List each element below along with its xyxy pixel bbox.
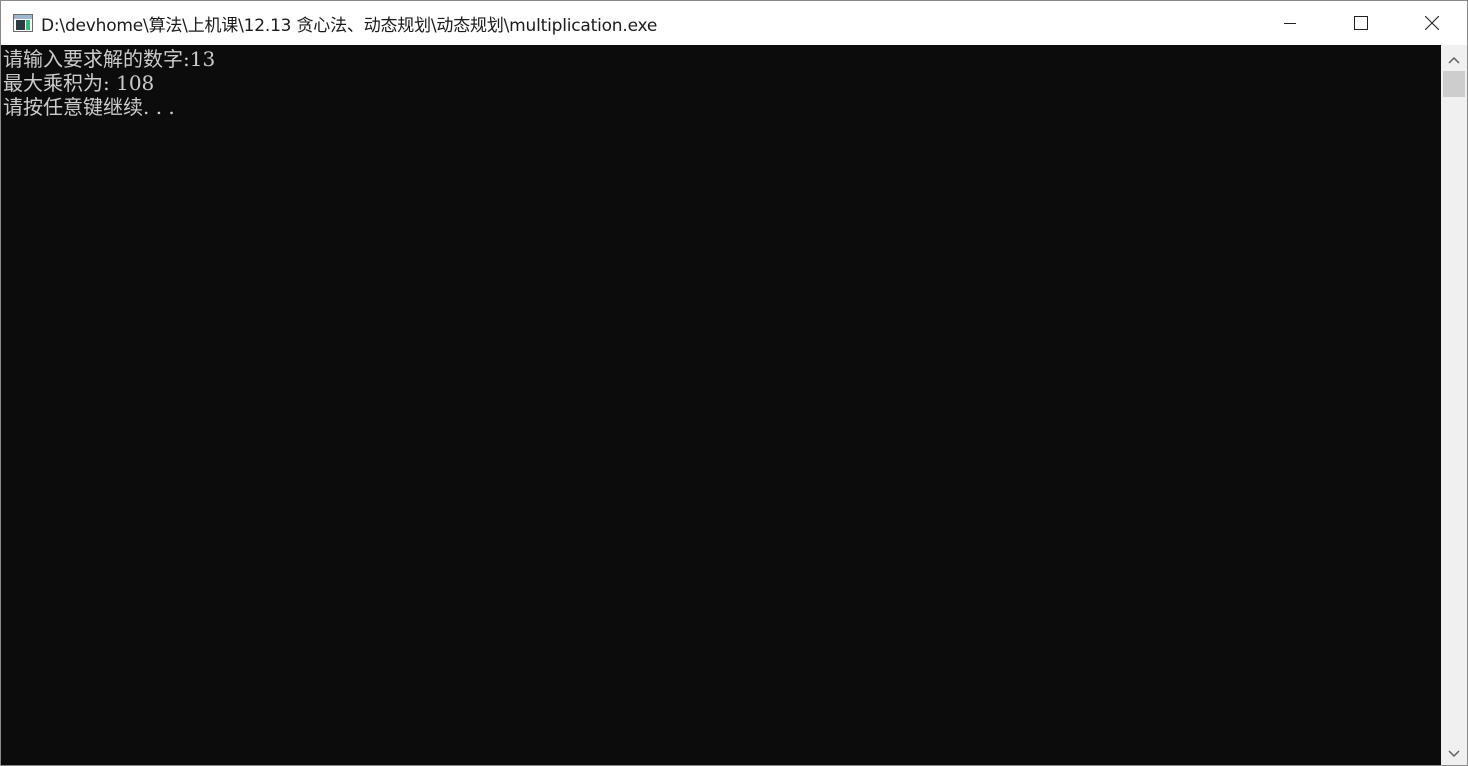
console-line: 请按任意键继续. . . (3, 95, 175, 119)
close-icon (1424, 16, 1439, 30)
minimize-icon (1283, 23, 1296, 24)
scroll-down-button[interactable] (1441, 743, 1467, 765)
scroll-up-button[interactable] (1441, 49, 1467, 71)
close-button[interactable] (1396, 1, 1467, 45)
console-window: D:\devhome\算法\上机课\12.13 贪心法、动态规划\动态规划\mu… (0, 0, 1468, 766)
console-output[interactable]: 请输入要求解的数字:13 最大乘积为: 108 请按任意键继续. . . (1, 45, 1441, 765)
maximize-icon (1353, 16, 1368, 30)
maximize-button[interactable] (1325, 1, 1396, 45)
console-line: 请输入要求解的数字:13 (3, 47, 216, 71)
console-line: 最大乘积为: 108 (3, 71, 155, 95)
minimize-button[interactable] (1254, 1, 1325, 45)
title-bar[interactable]: D:\devhome\算法\上机课\12.13 贪心法、动态规划\动态规划\mu… (1, 1, 1467, 45)
window-controls (1254, 1, 1467, 45)
console-app-icon[interactable] (13, 14, 33, 32)
scroll-thumb[interactable] (1443, 71, 1465, 97)
vertical-scrollbar[interactable] (1441, 45, 1467, 765)
chevron-down-icon (1448, 750, 1460, 758)
chevron-up-icon (1448, 56, 1460, 64)
window-title: D:\devhome\算法\上机课\12.13 贪心法、动态规划\动态规划\mu… (41, 15, 658, 36)
